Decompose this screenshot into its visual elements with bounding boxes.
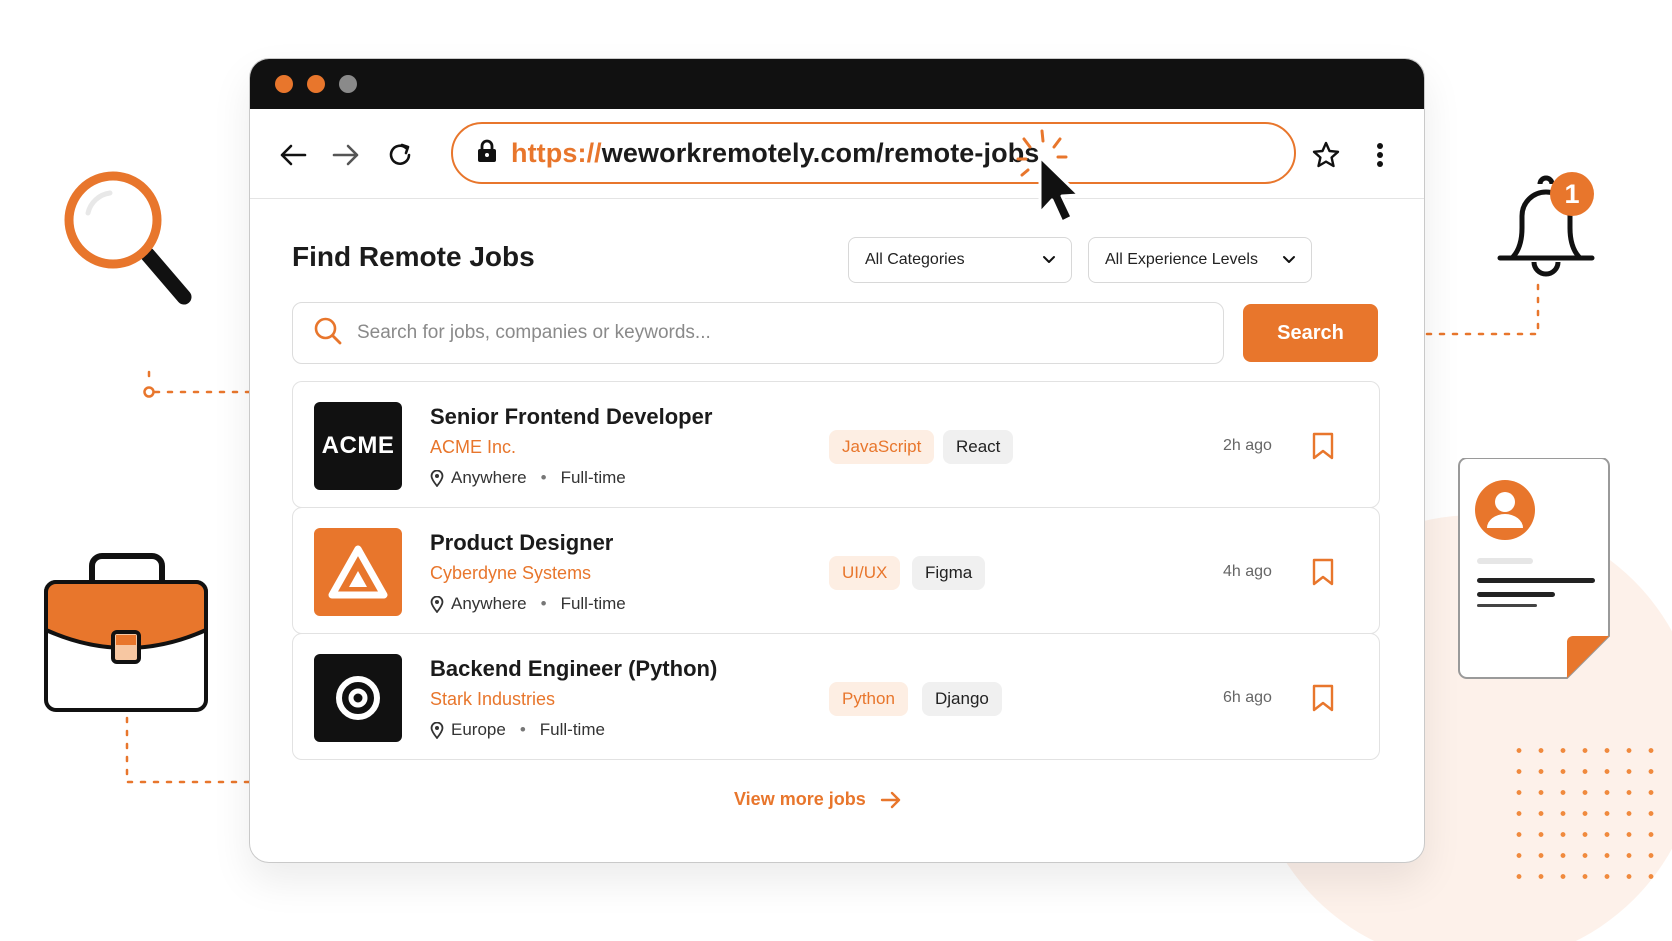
company-name[interactable]: ACME Inc. xyxy=(430,437,516,458)
minimize-window-button[interactable] xyxy=(307,75,325,93)
company-logo xyxy=(314,528,402,616)
page-title: Find Remote Jobs xyxy=(292,241,535,272)
job-card[interactable]: Backend Engineer (Python) Stark Industri… xyxy=(292,633,1380,760)
experience-select-value: All Experience Levels xyxy=(1105,251,1258,268)
skill-tag[interactable]: Figma xyxy=(912,556,986,590)
url-path: weworkremotely.com/remote-jobs xyxy=(601,137,1040,168)
separator-dot: • xyxy=(540,468,547,487)
search-button[interactable]: Search xyxy=(1243,304,1378,362)
job-type: Full-time xyxy=(560,594,626,613)
category-select-value: All Categories xyxy=(865,251,965,268)
search-input[interactable] xyxy=(357,322,1177,344)
company-logo: ACME xyxy=(314,402,402,490)
job-location: Anywhere xyxy=(451,468,527,487)
posted-time: 4h ago xyxy=(1223,563,1272,580)
skill-tag[interactable]: Django xyxy=(922,682,1002,716)
chevron-down-icon xyxy=(1283,256,1295,263)
notification-badge: 1 xyxy=(1550,172,1594,216)
job-location: Anywhere xyxy=(451,594,527,613)
view-more-jobs-link[interactable]: View more jobs xyxy=(734,789,902,810)
bookmark-icon[interactable] xyxy=(1312,558,1334,591)
back-arrow-icon[interactable] xyxy=(275,137,311,173)
job-type: Full-time xyxy=(539,720,605,739)
job-type: Full-time xyxy=(560,468,626,487)
mouse-cursor-icon xyxy=(1016,129,1081,224)
notification-count: 1 xyxy=(1564,178,1580,209)
skill-tag[interactable]: React xyxy=(943,430,1014,464)
category-select[interactable]: All Categories xyxy=(848,237,1072,283)
window-titlebar xyxy=(250,59,1424,109)
posted-time: 6h ago xyxy=(1223,689,1272,706)
location-pin-icon xyxy=(430,721,444,739)
star-icon[interactable] xyxy=(1308,137,1344,173)
separator-dot: • xyxy=(519,720,526,739)
address-bar[interactable]: https://weworkremotely.com/remote-jobs xyxy=(451,122,1296,184)
job-meta: Europe • Full-time xyxy=(430,720,605,740)
magnifier-icon xyxy=(64,171,192,305)
close-window-button[interactable] xyxy=(275,75,293,93)
job-meta: Anywhere • Full-time xyxy=(430,468,626,488)
search-icon xyxy=(313,316,343,351)
lock-icon xyxy=(477,139,497,168)
skill-tag[interactable]: UI/UX xyxy=(829,556,901,590)
arrow-right-icon xyxy=(880,791,900,808)
browser-window: https://weworkremotely.com/remote-jobs F… xyxy=(249,58,1425,863)
chevron-down-icon xyxy=(1043,256,1055,263)
job-location: Europe xyxy=(451,720,506,739)
skill-tag[interactable]: JavaScript xyxy=(829,430,935,464)
company-name[interactable]: Stark Industries xyxy=(430,689,555,710)
resume-icon xyxy=(1458,458,1610,679)
skill-tag[interactable]: Python xyxy=(829,682,908,716)
triangle-logo-icon xyxy=(328,545,388,599)
ring-logo-icon xyxy=(336,676,380,720)
url-text: https://weworkremotely.com/remote-jobs xyxy=(511,138,1039,169)
forward-arrow-icon[interactable] xyxy=(328,137,364,173)
job-title[interactable]: Product Designer xyxy=(430,530,613,556)
maximize-window-button[interactable] xyxy=(339,75,357,93)
url-scheme: https:// xyxy=(511,137,602,168)
search-box xyxy=(292,302,1224,364)
separator-dot: • xyxy=(540,594,547,613)
job-title[interactable]: Backend Engineer (Python) xyxy=(430,656,717,682)
job-title[interactable]: Senior Frontend Developer xyxy=(430,404,712,430)
logo-text: ACME xyxy=(321,432,395,459)
browser-toolbar: https://weworkremotely.com/remote-jobs xyxy=(250,109,1424,199)
reload-icon[interactable] xyxy=(382,137,418,173)
posted-time: 2h ago xyxy=(1223,437,1272,454)
bookmark-icon[interactable] xyxy=(1312,684,1334,717)
job-card[interactable]: ACME Senior Frontend Developer ACME Inc.… xyxy=(292,381,1380,508)
job-meta: Anywhere • Full-time xyxy=(430,594,626,614)
view-more-label: View more jobs xyxy=(734,789,866,809)
kebab-menu-icon[interactable] xyxy=(1362,137,1398,173)
bookmark-icon[interactable] xyxy=(1312,432,1334,465)
company-name[interactable]: Cyberdyne Systems xyxy=(430,563,591,584)
location-pin-icon xyxy=(430,469,444,487)
briefcase-icon xyxy=(44,553,208,712)
company-logo xyxy=(314,654,402,742)
experience-select[interactable]: All Experience Levels xyxy=(1088,237,1312,283)
location-pin-icon xyxy=(430,595,444,613)
job-card[interactable]: Product Designer Cyberdyne Systems Anywh… xyxy=(292,507,1380,634)
